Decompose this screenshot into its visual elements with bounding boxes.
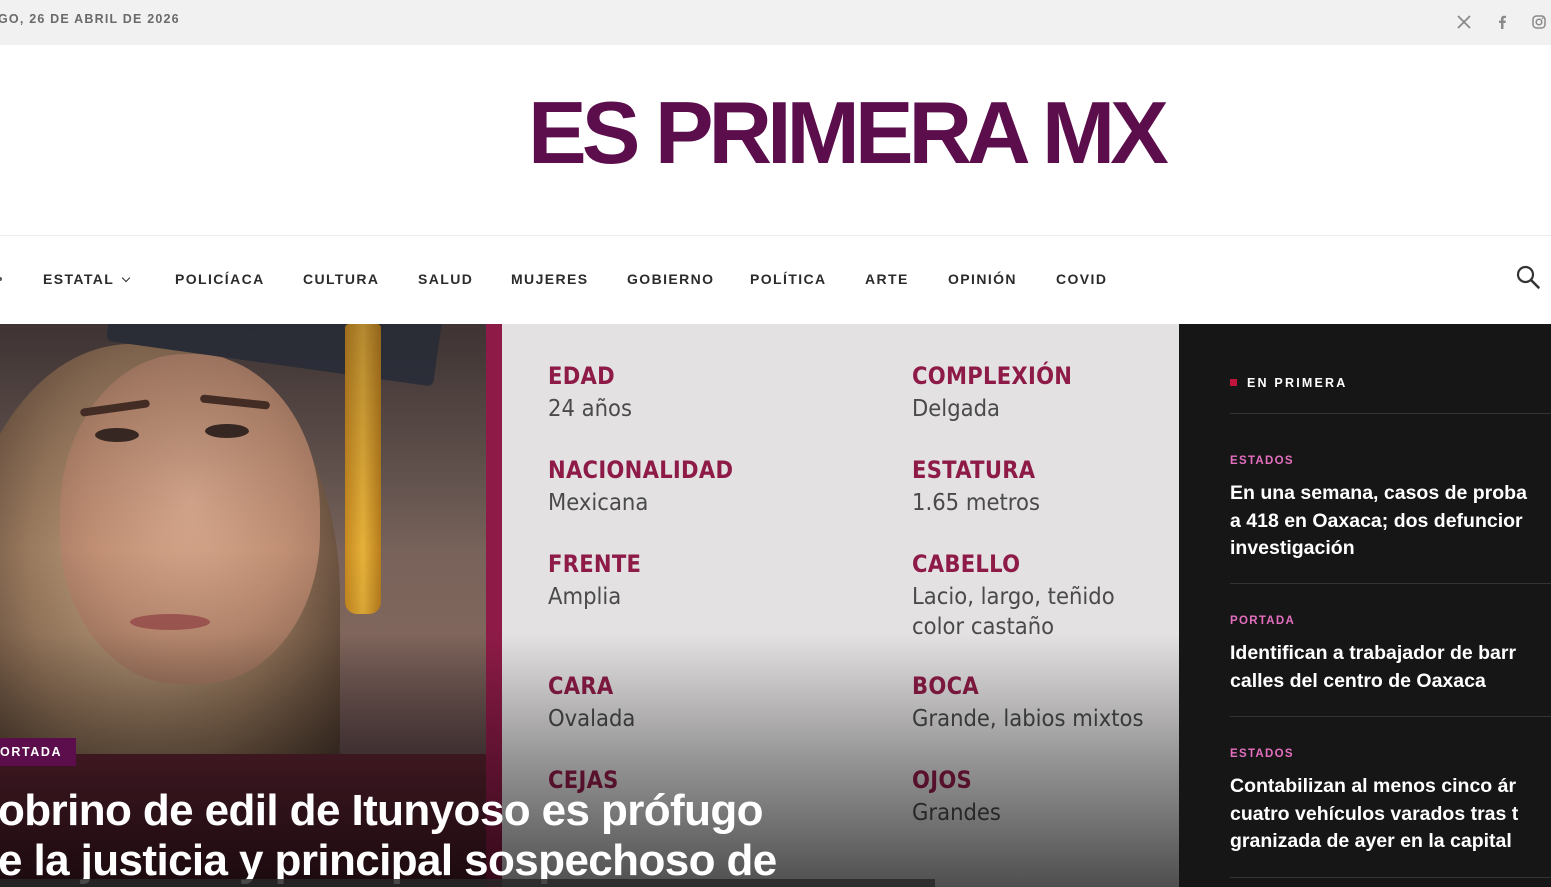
card-value: Amplia — [548, 584, 622, 610]
nav-label: ESTATAL — [43, 271, 115, 287]
card-label: BOCA — [912, 672, 979, 700]
current-date: GO, 26 DE ABRIL DE 2026 — [0, 12, 180, 26]
nav-item-arte[interactable]: ARTE — [865, 271, 909, 287]
card-value: Lacio, largo, teñido — [912, 584, 1115, 610]
post-category[interactable]: ESTADOS — [1230, 748, 1294, 760]
post-title-line: investigación — [1230, 537, 1355, 559]
card-value: 1.65 metros — [912, 490, 1040, 516]
card-label: COMPLEXIÓN — [912, 362, 1073, 390]
card-value: Delgada — [912, 396, 1000, 422]
card-value: Grandes — [912, 800, 1001, 826]
category-badge[interactable]: ORTADA — [0, 738, 77, 766]
nav-item-mujeres[interactable]: MUJERES — [511, 271, 588, 287]
chevron-down-icon — [122, 273, 131, 283]
card-label: CABELLO — [912, 550, 1021, 578]
nav-item-politica[interactable]: POLÍTICA — [750, 271, 827, 287]
post-title-line: Contabilizan al menos cinco ár — [1230, 775, 1517, 797]
sidebar-title-label: EN PRIMERA — [1247, 376, 1348, 390]
card-value: 24 años — [548, 396, 633, 422]
top-bar: GO, 26 DE ABRIL DE 2026 — [0, 0, 1551, 45]
site-logo[interactable]: ES PRIMERA MX — [528, 89, 1169, 177]
instagram-icon[interactable] — [1528, 11, 1550, 33]
card-label: OJOS — [912, 766, 973, 794]
post-category[interactable]: ESTADOS — [1230, 455, 1294, 467]
nav-item-gobierno[interactable]: GOBIERNO — [627, 271, 714, 287]
card-value: Grande, labios mixtos — [912, 706, 1144, 732]
post-title-line: granizada de ayer en la capital — [1230, 830, 1512, 852]
card-label: ESTATURA — [912, 456, 1036, 484]
divider — [1230, 413, 1551, 414]
x-icon[interactable] — [1453, 11, 1475, 33]
divider — [1230, 583, 1551, 584]
card-label: EDAD — [548, 362, 615, 390]
headline-line: obrino de edil de Itunyoso es prófugo — [0, 786, 764, 835]
card-value: Mexicana — [548, 490, 649, 516]
card-label: FRENTE — [548, 550, 642, 578]
post-title[interactable]: Identifican a trabajador de barr calles … — [1230, 640, 1551, 695]
card-label: NACIONALIDAD — [548, 456, 734, 484]
nav-item-cultura[interactable]: CULTURA — [303, 271, 379, 287]
nav-item-opinion[interactable]: OPINIÓN — [948, 271, 1017, 287]
post-title-line: cuatro vehículos varados tras t — [1230, 802, 1519, 825]
site-header: ES PRIMERA MX — [0, 45, 1551, 235]
search-icon[interactable] — [1515, 264, 1541, 290]
post-title-line: a 418 en Oaxaca; dos defuncior — [1230, 509, 1523, 532]
sidebar-title: EN PRIMERA — [1230, 376, 1347, 390]
nav-item-covid[interactable]: COVID — [1056, 271, 1107, 287]
card-value: color castaño — [912, 614, 1055, 640]
nav-item-salud[interactable]: SALUD — [418, 271, 473, 287]
square-icon — [1230, 379, 1237, 386]
post-title-line: calles del centro de Oaxaca — [1230, 669, 1486, 692]
post-title[interactable]: En una semana, casos de proba a 418 en O… — [1230, 480, 1551, 563]
sidebar-en-primera: EN PRIMERA ESTADOS En una semana, casos … — [1179, 324, 1551, 887]
facebook-icon[interactable] — [1491, 11, 1513, 33]
featured-headline[interactable]: obrino de edil de Itunyoso es prófugo e … — [0, 786, 878, 886]
divider — [1230, 716, 1551, 717]
nav-item-estatal[interactable]: ESTATAL — [43, 271, 131, 287]
post-title[interactable]: Contabilizan al menos cinco ár cuatro ve… — [1230, 773, 1551, 856]
image-caption-bar — [0, 879, 935, 887]
post-category[interactable]: PORTADA — [1230, 615, 1295, 627]
featured-post[interactable]: EDAD 24 años NACIONALIDAD Mexicana FRENT… — [0, 324, 1179, 887]
divider — [1230, 877, 1551, 878]
card-label: CARA — [548, 672, 614, 700]
nav-item-policiaca[interactable]: POLICÍACA — [175, 271, 265, 287]
main-nav: ESTATAL POLICÍACA CULTURA SALUD MUJERES … — [0, 235, 1551, 324]
post-title-line: Identifican a trabajador de barr — [1230, 642, 1517, 664]
post-title-line: En una semana, casos de proba — [1230, 482, 1527, 504]
card-value: Ovalada — [548, 706, 636, 732]
